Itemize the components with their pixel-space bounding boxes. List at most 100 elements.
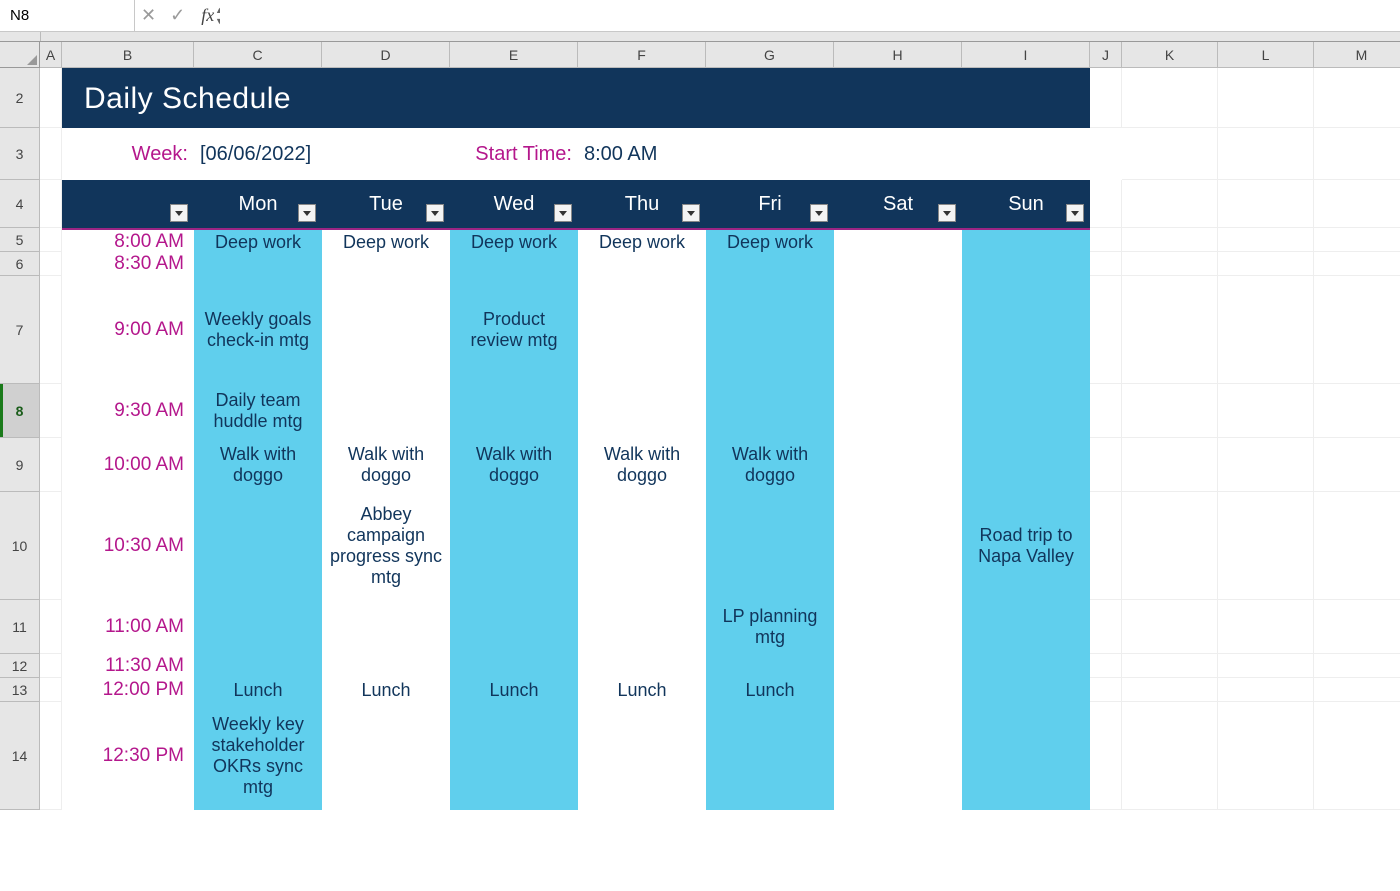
day-header-sun[interactable]: Sun: [962, 180, 1090, 228]
event-cell[interactable]: [834, 492, 962, 600]
event-cell[interactable]: [706, 654, 834, 678]
empty-cell[interactable]: [1314, 68, 1400, 128]
select-all-corner[interactable]: [0, 42, 40, 68]
filter-button[interactable]: [938, 204, 956, 222]
empty-cell[interactable]: [1314, 702, 1400, 810]
col-header[interactable]: J: [1090, 42, 1122, 68]
empty-cell[interactable]: [1090, 68, 1122, 128]
time-cell[interactable]: 9:30 AM: [62, 384, 194, 438]
empty-cell[interactable]: [1122, 678, 1218, 702]
empty-cell[interactable]: [1218, 492, 1314, 600]
empty-cell[interactable]: [40, 228, 62, 252]
event-cell[interactable]: [834, 702, 962, 810]
event-cell[interactable]: [322, 276, 450, 384]
row-header[interactable]: 7: [0, 276, 40, 384]
col-header[interactable]: M: [1314, 42, 1400, 68]
event-cell[interactable]: [706, 492, 834, 600]
event-cell[interactable]: Walk with doggo: [450, 438, 578, 492]
empty-cell[interactable]: [40, 128, 62, 180]
event-cell[interactable]: [706, 384, 834, 438]
empty-cell[interactable]: [1090, 228, 1122, 252]
event-cell[interactable]: [962, 384, 1090, 438]
day-header-wed[interactable]: Wed: [450, 180, 578, 228]
event-cell[interactable]: Deep work: [194, 230, 322, 254]
empty-cell[interactable]: [40, 702, 62, 810]
empty-cell[interactable]: [1090, 438, 1122, 492]
empty-cell[interactable]: [40, 678, 62, 702]
empty-cell[interactable]: [1218, 702, 1314, 810]
event-cell[interactable]: [962, 702, 1090, 810]
event-cell[interactable]: [578, 702, 706, 810]
day-header-thu[interactable]: Thu: [578, 180, 706, 228]
empty-cell[interactable]: [1122, 600, 1218, 654]
event-cell[interactable]: [962, 600, 1090, 654]
empty-cell[interactable]: [1090, 252, 1122, 276]
event-cell[interactable]: [962, 438, 1090, 492]
empty-cell[interactable]: [1218, 252, 1314, 276]
filter-button[interactable]: [554, 204, 572, 222]
empty-cell[interactable]: [40, 68, 62, 128]
event-cell[interactable]: [834, 276, 962, 384]
event-cell[interactable]: Road trip to Napa Valley: [962, 492, 1090, 600]
start-time-value[interactable]: 8:00 AM: [578, 143, 706, 166]
time-cell[interactable]: 12:00 PM: [62, 678, 194, 702]
col-header[interactable]: D: [322, 42, 450, 68]
empty-cell[interactable]: [1314, 252, 1400, 276]
spreadsheet-grid[interactable]: ABCDEFGHIJKLM2Daily Schedule3Week:[06/06…: [0, 42, 1400, 810]
empty-cell[interactable]: [1090, 678, 1122, 702]
empty-cell[interactable]: [1122, 180, 1218, 228]
event-cell[interactable]: Lunch: [706, 678, 834, 702]
event-cell[interactable]: [706, 252, 834, 276]
event-cell[interactable]: [578, 600, 706, 654]
event-cell[interactable]: [834, 230, 962, 254]
empty-cell[interactable]: [1122, 128, 1218, 180]
empty-cell[interactable]: [1218, 180, 1314, 228]
event-cell[interactable]: Lunch: [194, 678, 322, 702]
filter-button[interactable]: [426, 204, 444, 222]
event-cell[interactable]: Deep work: [706, 230, 834, 254]
time-cell[interactable]: 10:00 AM: [62, 438, 194, 492]
empty-cell[interactable]: [1122, 492, 1218, 600]
empty-cell[interactable]: [1314, 492, 1400, 600]
event-cell[interactable]: [450, 702, 578, 810]
time-cell[interactable]: 11:30 AM: [62, 654, 194, 678]
event-cell[interactable]: [578, 654, 706, 678]
time-cell[interactable]: 12:30 PM: [62, 702, 194, 810]
event-cell[interactable]: [962, 252, 1090, 276]
col-header[interactable]: F: [578, 42, 706, 68]
row-header[interactable]: 8: [0, 384, 40, 438]
empty-cell[interactable]: [1122, 68, 1218, 128]
empty-cell[interactable]: [1314, 180, 1400, 228]
empty-cell[interactable]: [1218, 678, 1314, 702]
event-cell[interactable]: [578, 492, 706, 600]
time-cell[interactable]: 8:00 AM: [62, 230, 194, 254]
event-cell[interactable]: Lunch: [578, 678, 706, 702]
empty-cell[interactable]: [1314, 654, 1400, 678]
empty-cell[interactable]: [1218, 276, 1314, 384]
event-cell[interactable]: [194, 492, 322, 600]
col-header[interactable]: I: [962, 42, 1090, 68]
col-header[interactable]: C: [194, 42, 322, 68]
empty-cell[interactable]: [40, 654, 62, 678]
formula-input[interactable]: [220, 0, 1400, 31]
empty-cell[interactable]: [1314, 384, 1400, 438]
empty-cell[interactable]: [40, 252, 62, 276]
empty-cell[interactable]: [1122, 702, 1218, 810]
time-cell[interactable]: 10:30 AM: [62, 492, 194, 600]
event-cell[interactable]: Daily team huddle mtg: [194, 384, 322, 438]
event-cell[interactable]: Walk with doggo: [194, 438, 322, 492]
event-cell[interactable]: Abbey campaign progress sync mtg: [322, 492, 450, 600]
event-cell[interactable]: Weekly key stakeholder OKRs sync mtg: [194, 702, 322, 810]
row-header[interactable]: 10: [0, 492, 40, 600]
time-cell[interactable]: 8:30 AM: [62, 252, 194, 276]
event-cell[interactable]: Product review mtg: [450, 276, 578, 384]
empty-cell[interactable]: [1314, 600, 1400, 654]
empty-cell[interactable]: [40, 600, 62, 654]
event-cell[interactable]: [706, 702, 834, 810]
event-cell[interactable]: [450, 600, 578, 654]
row-header[interactable]: 13: [0, 678, 40, 702]
event-cell[interactable]: [834, 384, 962, 438]
row-header[interactable]: 11: [0, 600, 40, 654]
empty-cell[interactable]: [1090, 276, 1122, 384]
event-cell[interactable]: [834, 678, 962, 702]
